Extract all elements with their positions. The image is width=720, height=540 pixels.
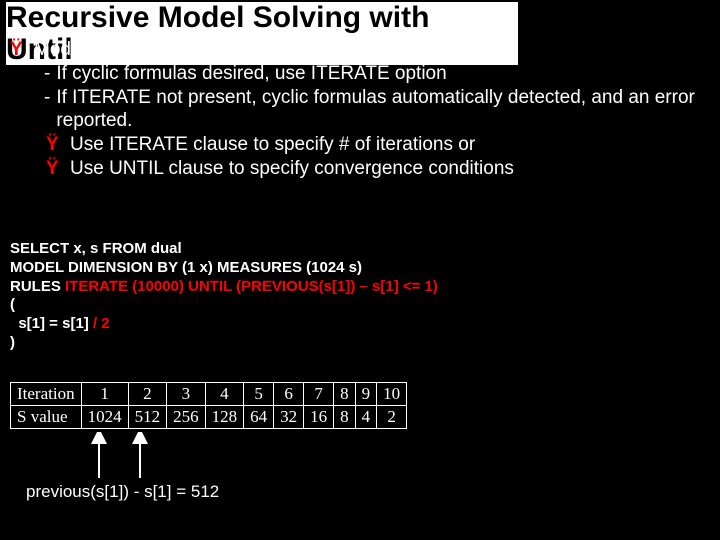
bullet-top: Ÿ Model can contain cyclic (recursive) f…	[10, 38, 712, 62]
code-line-5: s[1] = s[1] / 2	[10, 315, 712, 334]
bullet-iterate-text: Use ITERATE clause to specify # of itera…	[70, 133, 475, 157]
table-cell: 1	[81, 383, 128, 406]
code-line-3a: RULES	[10, 278, 65, 295]
code-line-2: MODEL DIMENSION BY (1 x) MEASURES (1024 …	[10, 259, 712, 278]
iteration-table-wrap: Iteration 1 2 3 4 5 6 7 8 9 10 S value 1…	[10, 382, 407, 429]
code-line-6: )	[10, 334, 712, 353]
table-cell: 4	[205, 383, 244, 406]
table-cell: 2	[377, 406, 407, 429]
table-cell: 3	[167, 383, 206, 406]
bullet-until: Ÿ Use UNTIL clause to specify convergenc…	[10, 157, 712, 181]
bullet-icon: Ÿ	[10, 38, 26, 62]
table-cell: 5	[244, 383, 274, 406]
table-cell: 8	[334, 406, 356, 429]
table-cell: 2	[128, 383, 167, 406]
table-cell: 128	[205, 406, 244, 429]
table-cell: 512	[128, 406, 167, 429]
table-cell: Iteration	[11, 383, 82, 406]
bullet-until-text: Use UNTIL clause to specify convergence …	[70, 157, 514, 181]
table-cell: 64	[244, 406, 274, 429]
dash-icon: -	[44, 86, 50, 134]
sub-item-2-text: If ITERATE not present, cyclic formulas …	[56, 86, 712, 134]
table-cell: 1024	[81, 406, 128, 429]
table-cell: 9	[355, 383, 377, 406]
footnote: previous(s[1]) - s[1] = 512	[26, 482, 219, 502]
title-line-1: Recursive Model Solving with	[6, 2, 518, 34]
bullet-icon: Ÿ	[46, 133, 62, 157]
sub-item-1: - If cyclic formulas desired, use ITERAT…	[44, 62, 712, 86]
table-cell: 4	[355, 406, 377, 429]
table-cell: 8	[334, 383, 356, 406]
bullet-iterate: Ÿ Use ITERATE clause to specify # of ite…	[10, 133, 712, 157]
code-line-1: SELECT x, s FROM dual	[10, 240, 712, 259]
code-line-3: RULES ITERATE (10000) UNTIL (PREVIOUS(s[…	[10, 278, 712, 297]
table-cell: 6	[274, 383, 304, 406]
table-cell: 10	[377, 383, 407, 406]
code-block: SELECT x, s FROM dual MODEL DIMENSION BY…	[10, 240, 712, 353]
sub-item-2: - If ITERATE not present, cyclic formula…	[44, 86, 712, 134]
slide-body: Ÿ Model can contain cyclic (recursive) f…	[10, 38, 712, 181]
code-line-5a: s[1] = s[1]	[10, 315, 93, 332]
code-highlight-div2: / 2	[93, 315, 110, 332]
table-row: S value 1024 512 256 128 64 32 16 8 4 2	[11, 406, 407, 429]
slide: Recursive Model Solving with Until Ÿ Mod…	[0, 0, 720, 540]
table-cell: 16	[304, 406, 334, 429]
table-cell: 256	[167, 406, 206, 429]
dash-icon: -	[44, 62, 50, 86]
code-highlight-iterate: ITERATE (10000) UNTIL (PREVIOUS(s[1]) – …	[65, 278, 438, 295]
table-cell: 7	[304, 383, 334, 406]
sub-item-1-text: If cyclic formulas desired, use ITERATE …	[56, 62, 446, 86]
table-cell: 32	[274, 406, 304, 429]
table-row: Iteration 1 2 3 4 5 6 7 8 9 10	[11, 383, 407, 406]
code-line-4: (	[10, 296, 712, 315]
bullet-top-text: Model can contain cyclic (recursive) for…	[34, 38, 418, 62]
table-cell: S value	[11, 406, 82, 429]
bullet-icon: Ÿ	[46, 157, 62, 181]
iteration-table: Iteration 1 2 3 4 5 6 7 8 9 10 S value 1…	[10, 382, 407, 429]
